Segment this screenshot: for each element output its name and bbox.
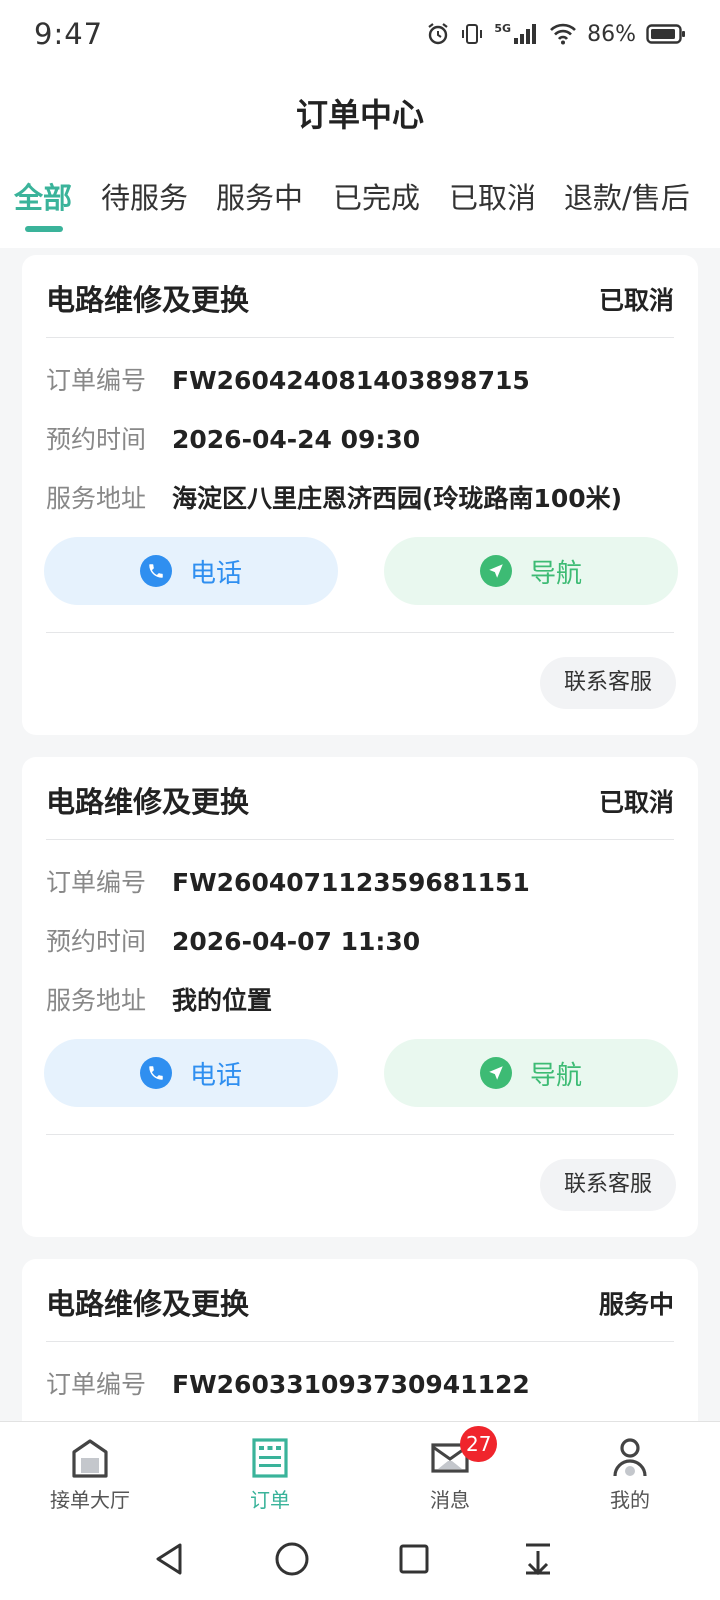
contact-service-button[interactable]: 联系客服 [539,1159,676,1211]
order-status: 已取消 [598,788,674,817]
order-no-row: 订单编号 FW260331093730941122 [46,1365,530,1401]
navigate-label: 导航 [529,1060,582,1091]
orders-icon [250,1436,290,1480]
alarm-icon [426,22,450,46]
phone-label: 电话 [189,558,242,589]
recents-icon[interactable] [394,1539,434,1579]
address-row: 服务地址 海淀区八里庄恩济西园(玲珑路南100米) [46,479,622,515]
card-divider [46,632,674,633]
unread-badge: 27 [460,1426,498,1462]
navigate-icon [479,1057,512,1089]
phone-icon [139,555,172,587]
back-icon[interactable] [150,1539,190,1579]
time-value: 2026-04-24 09:30 [172,425,421,454]
order-status: 已取消 [598,286,674,315]
nav-orders[interactable]: 订单 [180,1422,360,1522]
order-no-row: 订单编号 FW260407112359681151 [46,863,530,899]
order-no-value: FW260407112359681151 [172,868,530,897]
address-label: 服务地址 [46,484,147,513]
order-title: 电路维修及更换 [46,785,250,819]
bottom-nav: 接单大厅 订单 27 消息 我的 [0,1421,720,1521]
notification-pull-icon[interactable] [518,1539,558,1579]
order-tabs: 全部 待服务 服务中 已完成 已取消 退款/售后 [0,168,720,248]
order-no-label: 订单编号 [46,1370,147,1399]
navigate-icon [479,555,512,587]
order-no-value: FW260331093730941122 [172,1370,530,1399]
card-divider [46,337,674,338]
time-label: 预约时间 [46,425,147,454]
phone-icon [139,1057,172,1089]
phone-button[interactable]: 电话 [44,537,338,605]
phone-label: 电话 [189,1060,242,1091]
order-no-label: 订单编号 [46,868,147,897]
order-card[interactable]: 电路维修及更换 服务中 订单编号 FW260331093730941122 [22,1259,698,1421]
time-row: 预约时间 2026-04-24 09:30 [46,420,420,456]
nav-messages[interactable]: 27 消息 [360,1422,540,1522]
time-row: 预约时间 2026-04-07 11:30 [46,922,420,958]
tab-all[interactable]: 全部 [14,168,72,228]
order-no-label: 订单编号 [46,366,147,395]
page-title: 订单中心 [295,96,424,134]
order-no-value: FW260424081403898715 [172,366,530,395]
status-bar: 9:47 5G 86% [0,0,720,68]
card-divider [46,839,674,840]
battery-icon [646,23,686,45]
card-divider [46,1341,674,1342]
contact-service-button[interactable]: 联系客服 [539,657,676,709]
address-label: 服务地址 [46,986,147,1015]
order-list[interactable]: 电路维修及更换 已取消 订单编号 FW260424081403898715 预约时… [0,248,720,1421]
nav-mine[interactable]: 我的 [540,1422,720,1522]
tab-cancelled[interactable]: 已取消 [449,168,536,228]
tab-underline [25,226,63,232]
address-value: 我的位置 [172,986,273,1015]
order-card[interactable]: 电路维修及更换 已取消 订单编号 FW260407112359681151 预约时… [22,757,698,1237]
order-card[interactable]: 电路维修及更换 已取消 订单编号 FW260424081403898715 预约时… [22,255,698,735]
status-icons: 5G 86% [426,22,686,47]
tab-refund[interactable]: 退款/售后 [564,168,690,228]
battery-percent: 86% [587,21,636,47]
network-type: 5G [494,22,512,35]
navigate-button[interactable]: 导航 [384,537,678,605]
nav-label: 订单 [250,1488,290,1512]
home-icon [70,1436,110,1480]
signal-icon: 5G [494,23,539,45]
navigate-label: 导航 [529,558,582,589]
system-nav-bar [0,1521,720,1600]
nav-label: 消息 [430,1488,470,1512]
order-title: 电路维修及更换 [46,1287,250,1321]
tab-completed[interactable]: 已完成 [333,168,420,228]
vibrate-icon [460,22,484,46]
status-time: 9:47 [34,17,104,51]
person-icon [610,1436,650,1480]
address-value: 海淀区八里庄恩济西园(玲珑路南100米) [172,484,623,513]
nav-order-hall[interactable]: 接单大厅 [0,1422,180,1522]
nav-label: 接单大厅 [50,1488,130,1512]
order-no-row: 订单编号 FW260424081403898715 [46,361,530,397]
time-value: 2026-04-07 11:30 [172,927,421,956]
tab-in-service[interactable]: 服务中 [216,168,303,228]
card-divider [46,1134,674,1135]
order-status: 服务中 [598,1290,674,1319]
address-row: 服务地址 我的位置 [46,981,272,1017]
order-title: 电路维修及更换 [46,283,250,317]
header: 订单中心 全部 待服务 服务中 已完成 已取消 退款/售后 [0,68,720,248]
nav-label: 我的 [610,1488,650,1512]
tab-pending[interactable]: 待服务 [101,168,188,228]
wifi-icon [549,23,577,45]
time-label: 预约时间 [46,927,147,956]
navigate-button[interactable]: 导航 [384,1039,678,1107]
phone-button[interactable]: 电话 [44,1039,338,1107]
home-circle-icon[interactable] [272,1539,312,1579]
